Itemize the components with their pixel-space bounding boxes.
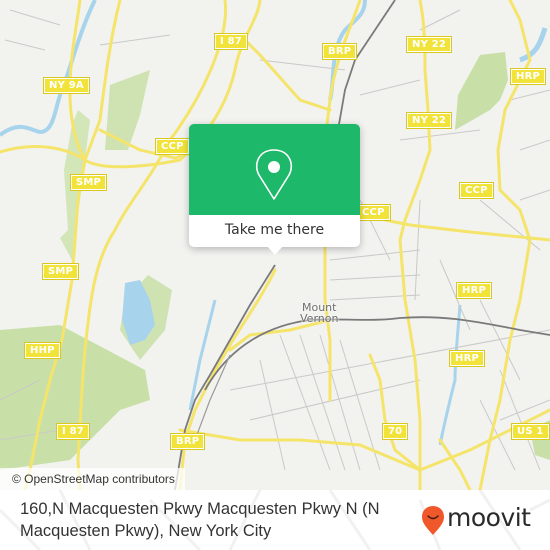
moovit-pin-logo-icon: [422, 506, 444, 535]
road-shield-brp: BRP: [321, 43, 358, 60]
take-me-there-button[interactable]: Take me there: [189, 215, 360, 247]
map-attribution[interactable]: © OpenStreetMap contributors: [0, 468, 185, 490]
road-shield-ny22: NY 22: [405, 36, 453, 53]
park-area: [455, 52, 508, 130]
road-shield-us1: US 1: [511, 423, 550, 440]
road-shield-hrp: HRP: [449, 350, 485, 367]
road-shield-ccp: CCP: [459, 182, 494, 199]
road-shield-ny9a: NY 9A: [43, 77, 90, 94]
park-area: [105, 70, 150, 150]
park-area: [0, 325, 150, 470]
road-shield-hrp: HRP: [456, 282, 492, 299]
road-shield-i87: I 87: [214, 33, 248, 50]
footer-panel: 160,N Macquesten Pkwy Macquesten Pkwy N …: [0, 490, 550, 550]
place-label-mount-vernon: Mount Vernon: [300, 302, 338, 324]
place-label-line: Vernon: [300, 312, 339, 325]
map-pin-icon: [255, 149, 293, 200]
road-shield-hrp: HRP: [510, 68, 546, 85]
road-shield-brp: BRP: [169, 433, 206, 450]
road-shield-ny22: NY 22: [405, 112, 453, 129]
road-shield-hhp: HHP: [24, 342, 61, 359]
road-shield-smp: SMP: [41, 263, 80, 280]
road-shield-70: 70: [381, 423, 409, 440]
brand-name: moovit: [447, 503, 531, 532]
river: [438, 304, 462, 446]
road-shield-smp: SMP: [69, 174, 108, 191]
popup-pointer: [267, 246, 283, 255]
road-shield-ccp: CCP: [356, 204, 391, 221]
map-view[interactable]: I 87 BRP NY 22 NY 9A HRP NY 22 CCP SMP C…: [0, 0, 550, 490]
road-shield-i87: I 87: [56, 423, 90, 440]
location-popup: Take me there: [189, 124, 360, 255]
popup-header: [189, 124, 360, 215]
road-shield-ccp: CCP: [155, 138, 190, 155]
address-text: 160,N Macquesten Pkwy Macquesten Pkwy N …: [20, 500, 380, 540]
